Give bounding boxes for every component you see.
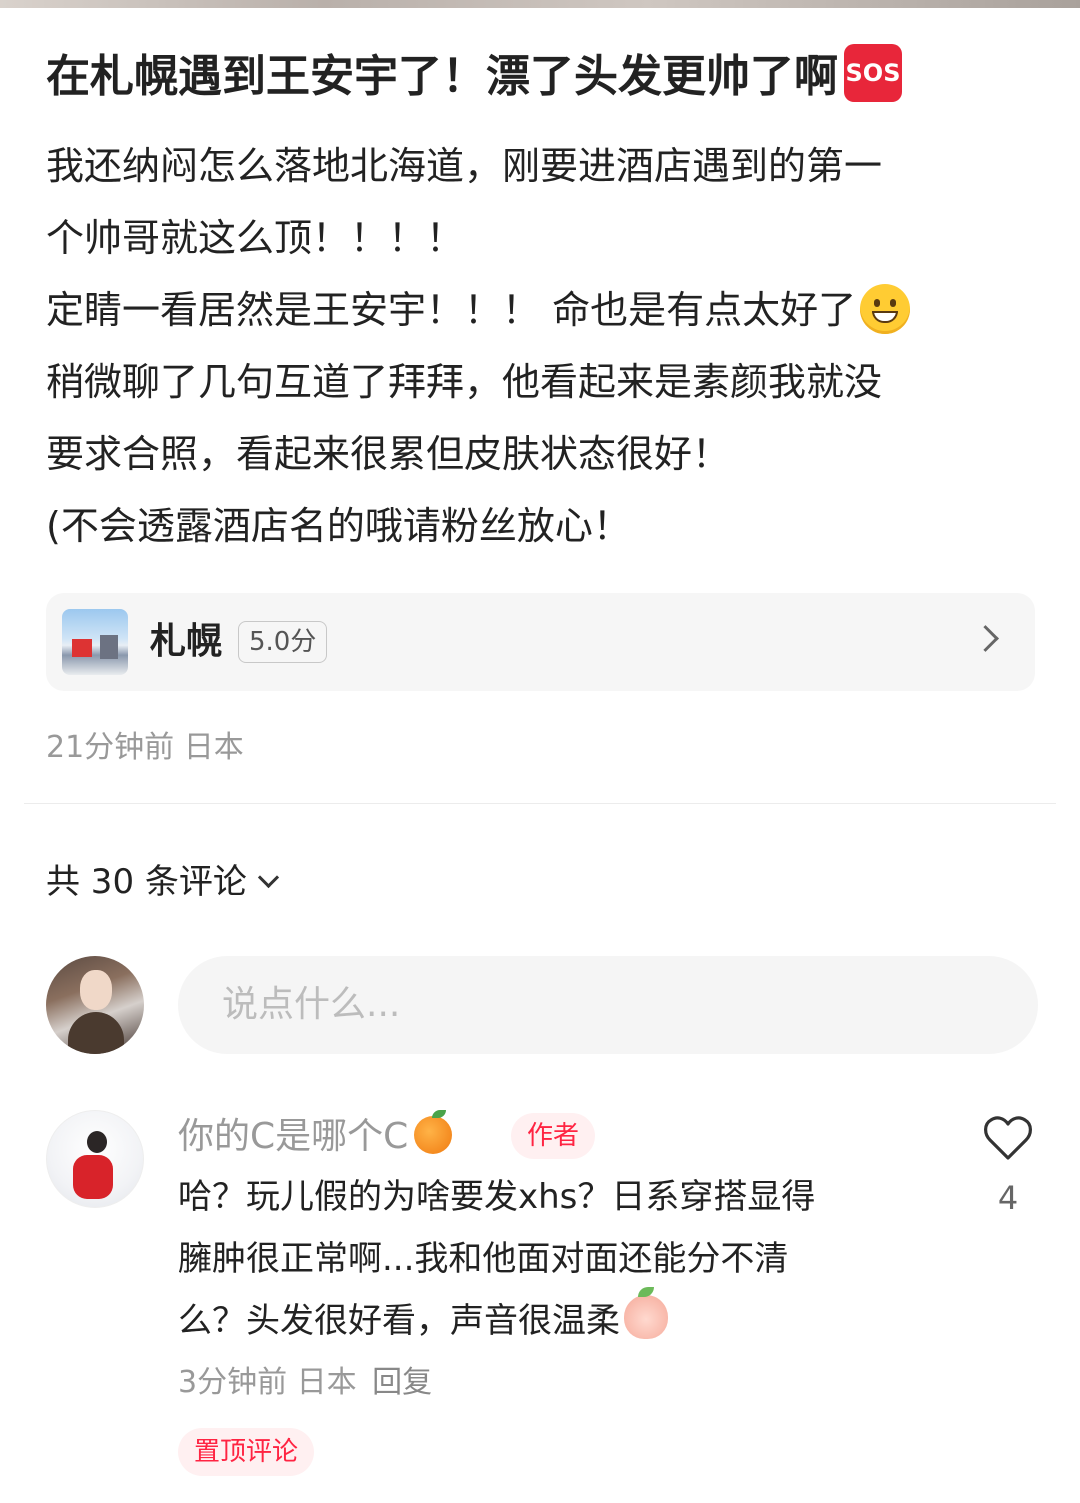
pinned-comment-tag: 置顶评论 [178,1428,315,1476]
chevron-down-icon [257,866,279,889]
comment-count-label: 共 30 条评论 [46,862,247,902]
post-title: 在札幌遇到王安宇了！漂了头发更帅了啊 SOS [46,44,1020,110]
author-tag: 作者 [511,1113,596,1159]
like-count: 4 [997,1179,1019,1217]
commenter-name: 你的C是哪个C [178,1116,409,1157]
post-body-line: (不会透露酒店名的哦请粉丝放心！ [46,504,631,548]
post-body: 我还纳闷怎么落地北海道，刚要进酒店遇到的第一 个帅哥就这么顶！！！！ 定睛一看居… [46,130,1036,562]
peach-emoji-icon [624,1286,668,1339]
post-body-line: 个帅哥就这么顶！！！！ [46,216,465,260]
top-image-edge [0,0,1080,8]
comment-text-line: 臃肿很正常啊...我和他面对面还能分不清 [178,1239,789,1279]
post-body-line: 定睛一看居然是王安宇！！！ 命也是有点太好了 [46,274,1036,346]
commenter-username[interactable]: 你的C是哪个C [178,1110,453,1164]
my-avatar[interactable] [46,956,144,1054]
post-body-line-text: 定睛一看居然是王安宇！！！ 命也是有点太好了 [46,288,857,332]
post-title-text: 在札幌遇到王安宇了！漂了头发更帅了啊 [46,51,838,102]
comment-text-line: 哈？玩儿假的为啥要发xhs？日系穿搭显得 [178,1177,816,1217]
tangerine-emoji-icon [414,1110,453,1154]
grinning-face-icon [860,283,911,334]
location-card[interactable]: 札幌 5.0分 [46,593,1035,691]
divider [24,803,1056,804]
post-body-line: 要求合照，看起来很累但皮肤状态很好！ [46,432,731,476]
comment-count-sort[interactable]: 共 30 条评论 [46,858,279,906]
reply-button[interactable]: 回复 [372,1365,432,1400]
comment-text-line: 么？头发很好看，声音很温柔 [178,1286,918,1352]
comment-text-line-text: 么？头发很好看，声音很温柔 [178,1301,620,1341]
comment-input[interactable] [178,956,1038,1054]
comment-meta: 3分钟前 日本 回复 [178,1360,432,1406]
location-score-badge: 5.0分 [238,621,328,663]
location-name: 札幌 [150,621,223,662]
comment-text: 哈？玩儿假的为啥要发xhs？日系穿搭显得 臃肿很正常啊...我和他面对面还能分不… [178,1166,918,1352]
commenter-avatar[interactable] [46,1110,144,1208]
post-body-line: 稍微聊了几句互道了拜拜，他看起来是素颜我就没 [46,360,883,404]
post-body-line: 我还纳闷怎么落地北海道，刚要进酒店遇到的第一 [46,144,883,188]
comment-time-location: 3分钟前 日本 [178,1365,357,1400]
sos-emoji-icon: SOS [844,44,902,102]
chevron-right-icon [972,625,999,652]
heart-icon[interactable] [982,1114,1034,1162]
location-thumbnail [62,609,128,675]
post-meta: 21分钟前 日本 [46,730,244,765]
